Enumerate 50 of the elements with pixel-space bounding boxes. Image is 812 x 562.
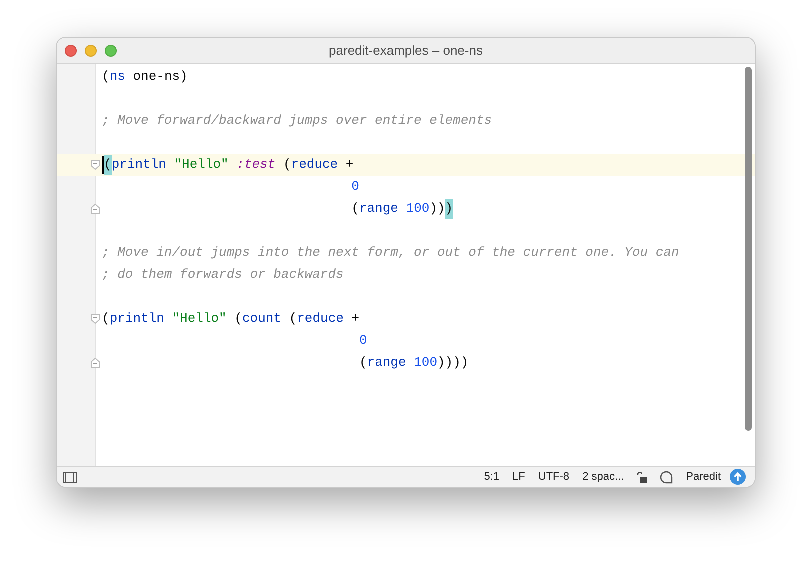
code-token: range [367,354,406,372]
code-token: 100 [414,354,438,372]
fold-marker-icon[interactable] [91,204,100,214]
code-token: println [110,310,164,328]
code-token: + [352,310,360,328]
code-token: ( [352,200,360,218]
code-token: count [242,310,282,328]
window-title: paredit-examples – one-ns [329,42,483,60]
fold-marker-icon[interactable] [91,160,100,170]
code-token: )) [430,200,446,218]
code-token: 0 [359,332,368,350]
status-item[interactable]: UTF-8 [538,468,570,486]
code-token: 100 [406,200,430,218]
code-token: println [112,156,166,174]
code-token: "Hello" [174,156,229,174]
minimize-button[interactable] [85,44,97,56]
code-token: + [346,156,354,174]
lock-icon[interactable] [637,472,648,482]
code-token: reduce [291,156,338,174]
upload-icon[interactable] [730,469,746,485]
code-token: range [359,200,398,218]
fold-marker-icon[interactable] [91,358,100,368]
speech-bubble-icon[interactable] [660,470,674,484]
code-token: ( [359,354,368,372]
zoom-button[interactable] [105,44,117,56]
code-token: reduce [297,310,344,328]
code-token: :test [236,156,276,174]
code-token: ; do them forwards or backwards [102,266,344,284]
scrollbar-thumb[interactable] [745,67,752,431]
code-token: ( [283,156,292,174]
code-token: 0 [352,178,360,196]
code-token: one-ns) [133,68,188,86]
close-button[interactable] [65,44,77,56]
matched-bracket: ) [445,199,454,219]
code-token: ( [234,310,242,328]
code-token: ; Move forward/backward jumps over entire elements [102,112,492,130]
status-item[interactable]: 5:1 [484,468,500,486]
status-item[interactable]: 2 spac... [582,468,624,486]
code-token: ns [110,68,126,86]
matched-bracket: ( [104,155,112,175]
fold-marker-icon[interactable] [91,314,100,324]
status-item[interactable]: LF [512,468,526,486]
code-token: ( [102,68,110,86]
mode-label[interactable]: Paredit [686,468,721,486]
code-token: ( [289,310,298,328]
code-token: )))) [438,354,469,372]
code-token: ( [102,310,110,328]
code-token: "Hello" [172,310,227,328]
panel-toggle-icon[interactable] [63,472,77,482]
code-token: ; Move in/out jumps into the next form, or out of the current one. You can [102,244,680,262]
